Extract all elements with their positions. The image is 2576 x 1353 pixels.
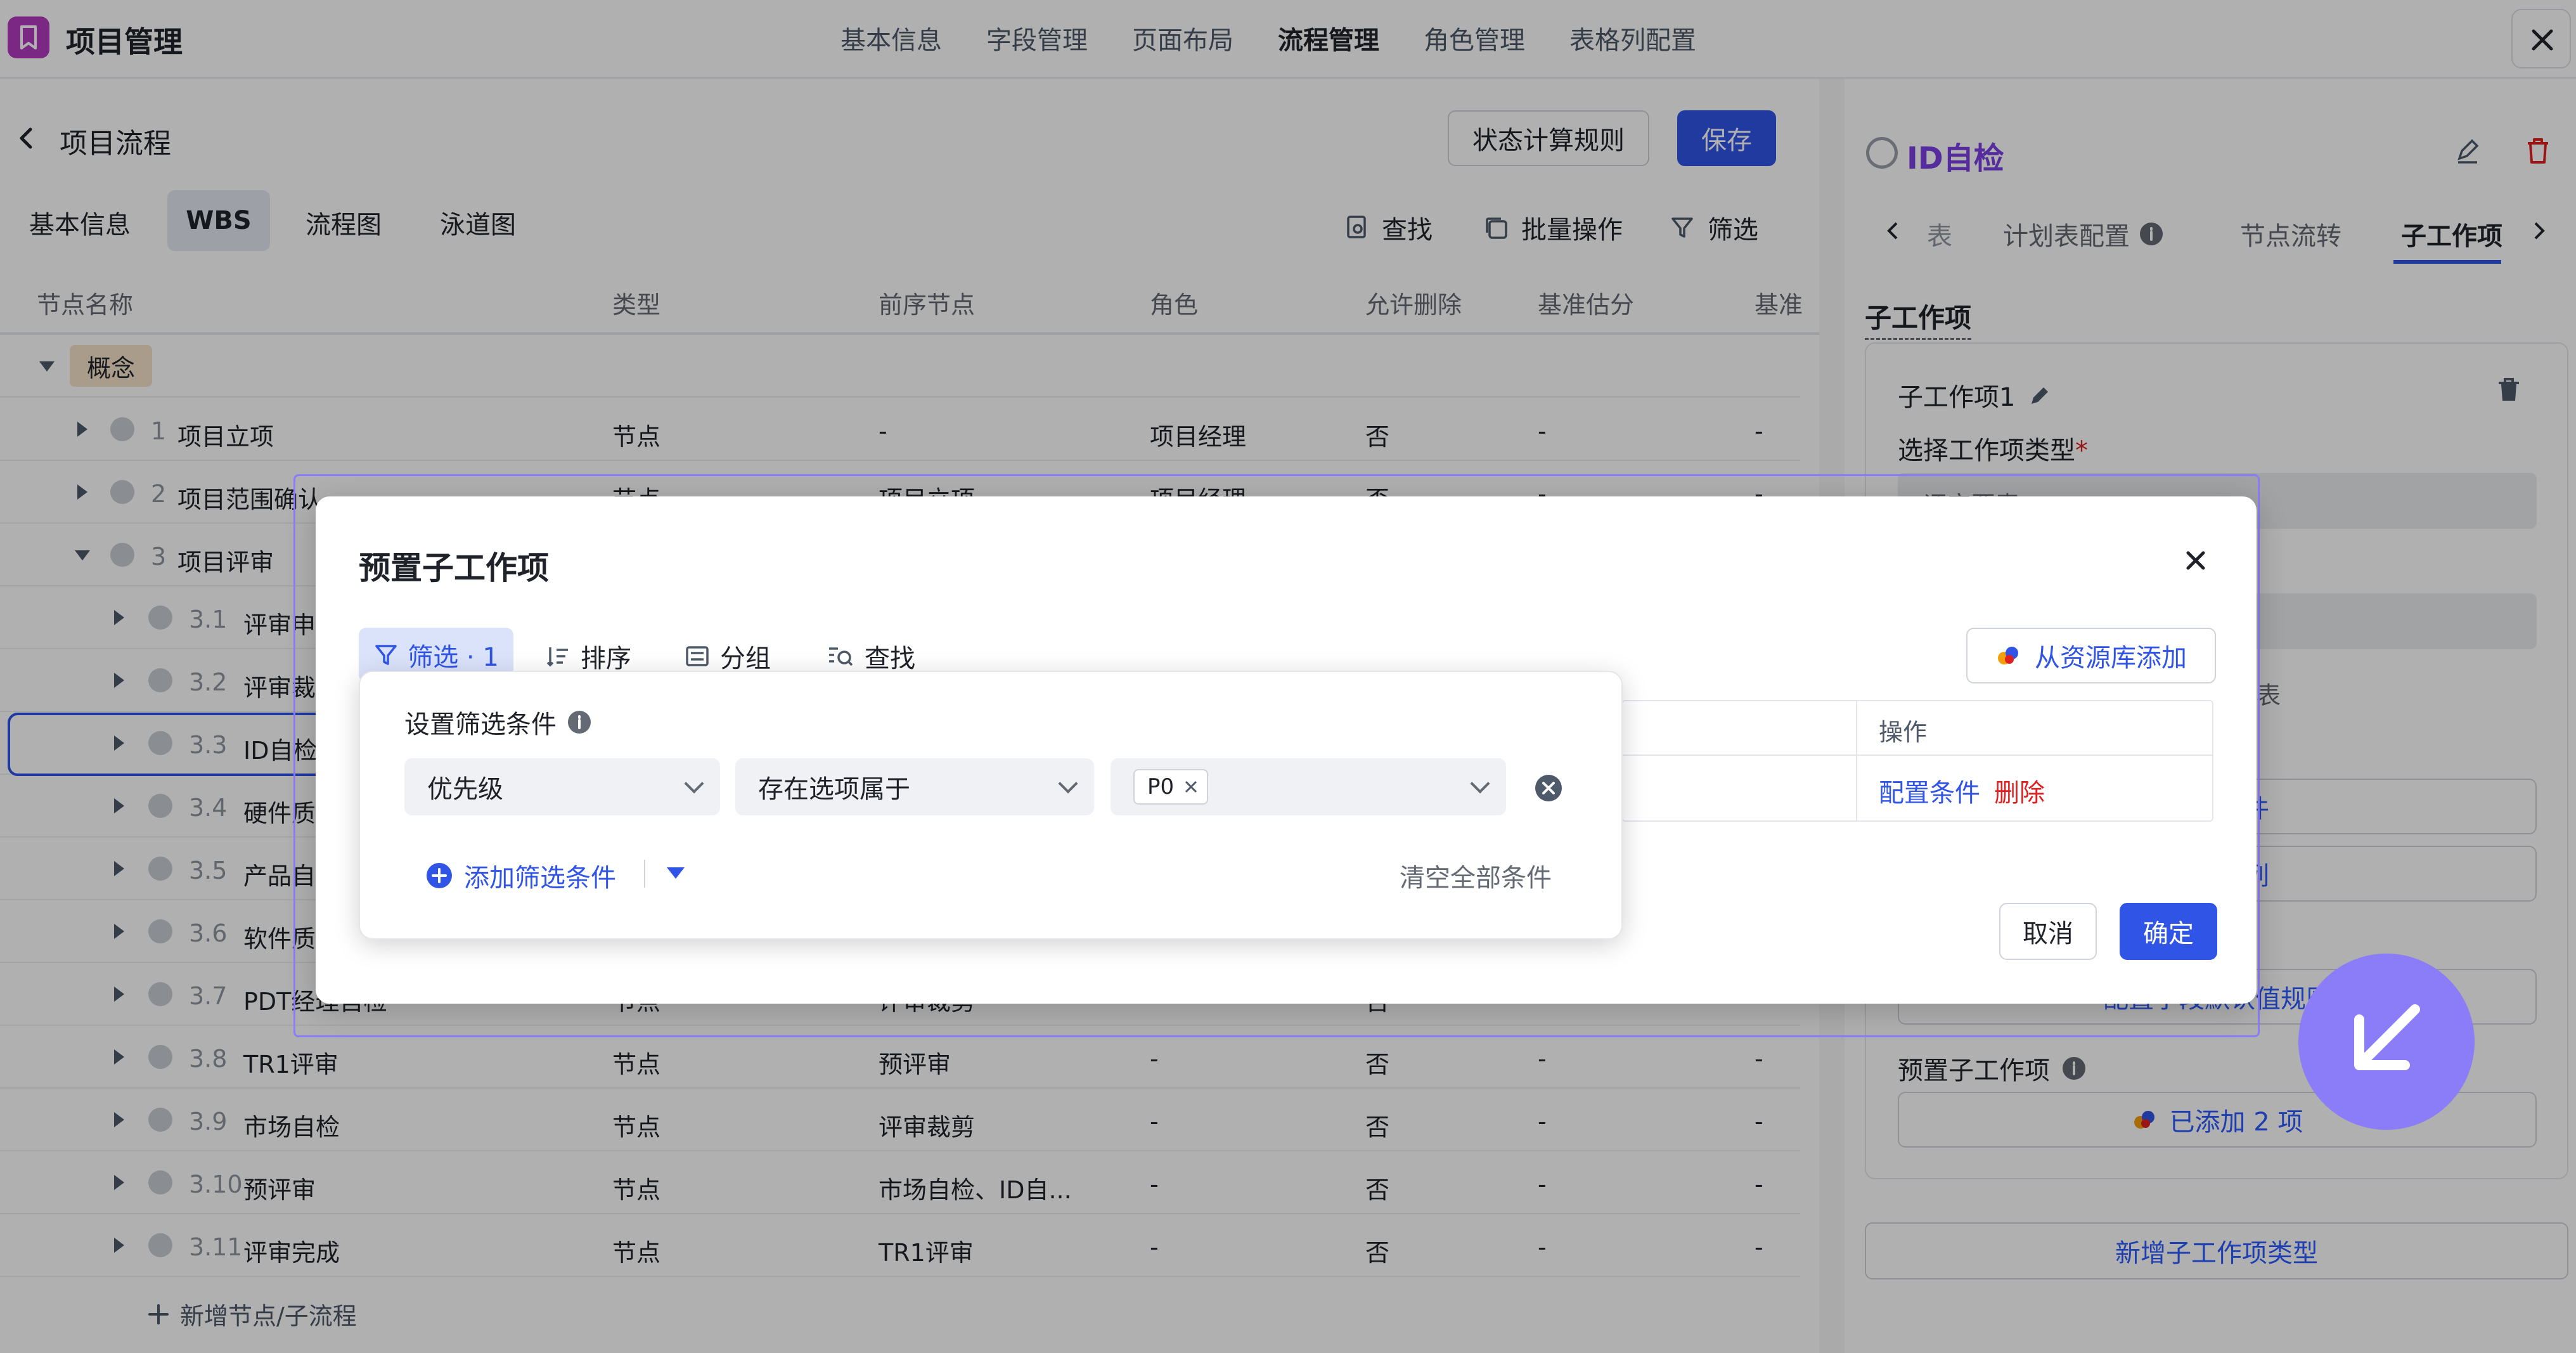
floating-action-button[interactable]: [2298, 954, 2475, 1130]
search-icon: [829, 647, 853, 666]
filter-value-select[interactable]: P0: [1111, 758, 1506, 815]
info-icon: [568, 711, 591, 734]
modal-group-button[interactable]: 分组: [685, 638, 771, 675]
filter-operator-select[interactable]: 存在选项属于: [735, 758, 1094, 815]
divider: [644, 860, 645, 888]
add-from-library-button[interactable]: 从资源库添加: [1966, 628, 2216, 683]
clear-conditions-button[interactable]: 清空全部条件: [1400, 857, 1552, 894]
preset-table-col-divider: [1856, 700, 1857, 822]
filter-title: 设置筛选条件: [404, 704, 592, 741]
sort-icon: [546, 647, 568, 667]
arrow-down-left-icon: [2354, 1004, 2420, 1070]
modal-close-icon[interactable]: [2180, 545, 2211, 576]
library-icon: [1998, 647, 2018, 664]
ops-header: 操作: [1879, 718, 1928, 746]
chevron-down-icon: [1470, 774, 1490, 794]
preset-table-divider: [1621, 754, 2213, 756]
confirm-button[interactable]: 确定: [2120, 903, 2217, 960]
plus-circle-icon: [427, 863, 452, 888]
delete-link[interactable]: 删除: [1994, 772, 2045, 809]
config-condition-link[interactable]: 配置条件: [1879, 772, 1980, 809]
cancel-button[interactable]: 取消: [1999, 903, 2097, 960]
chevron-down-icon: [684, 774, 704, 794]
add-condition-button[interactable]: 添加筛选条件: [426, 857, 616, 894]
modal-title: 预置子工作项: [359, 550, 549, 586]
modal-sort-button[interactable]: 排序: [545, 638, 631, 675]
chevron-down-icon: [1058, 774, 1078, 794]
filter-field-select[interactable]: 优先级: [404, 758, 720, 815]
caret-down-icon[interactable]: [667, 867, 685, 879]
modal-find-button[interactable]: 查找: [827, 638, 915, 675]
tag-remove-icon[interactable]: [1183, 779, 1199, 795]
value-tag: P0: [1133, 769, 1209, 805]
group-icon: [686, 646, 709, 666]
filter-icon: [375, 645, 397, 665]
remove-condition-icon[interactable]: [1534, 774, 1563, 803]
